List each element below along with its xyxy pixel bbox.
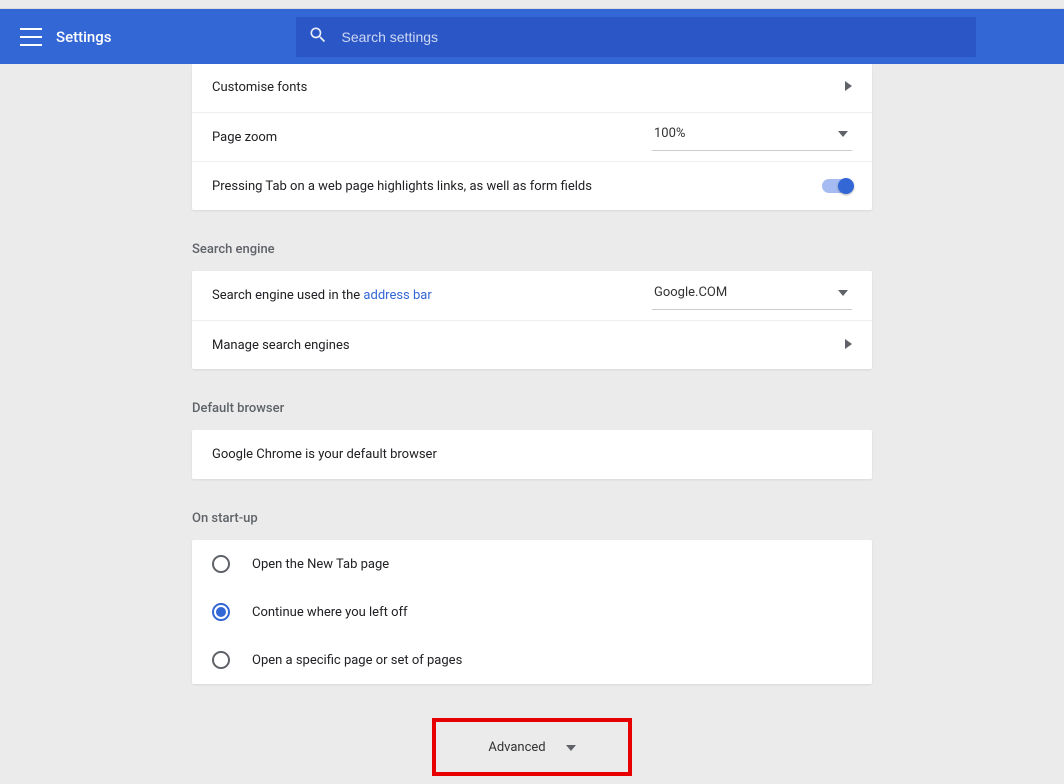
radio-icon[interactable]	[212, 603, 230, 621]
on-startup-card: Open the New Tab page Continue where you…	[192, 540, 872, 684]
section-default-browser: Default browser	[192, 401, 872, 416]
address-bar-link[interactable]: address bar	[363, 288, 431, 303]
browser-chrome-strip	[0, 0, 1064, 9]
section-on-startup: On start-up	[192, 511, 872, 526]
caret-down-icon	[566, 740, 576, 755]
search-engine-row: Search engine used in the address bar Go…	[192, 271, 872, 320]
section-search-engine: Search engine	[192, 242, 872, 257]
manage-search-engines-label: Manage search engines	[212, 338, 845, 353]
default-browser-row: Google Chrome is your default browser	[192, 430, 872, 479]
caret-down-icon	[838, 285, 848, 300]
search-engine-card: Search engine used in the address bar Go…	[192, 271, 872, 369]
startup-option-label: Continue where you left off	[252, 605, 408, 620]
search-icon	[308, 25, 328, 49]
page-zoom-label: Page zoom	[212, 130, 652, 145]
page-body: Customise fonts Page zoom 100% Pressing …	[0, 64, 1064, 784]
advanced-toggle[interactable]: Advanced	[432, 718, 632, 776]
tab-highlight-toggle[interactable]	[822, 179, 852, 193]
chevron-right-icon	[845, 80, 852, 95]
chevron-right-icon	[845, 338, 852, 353]
search-engine-dropdown[interactable]: Google.COM	[652, 282, 852, 310]
search-bar[interactable]	[296, 17, 976, 57]
page-zoom-row: Page zoom 100%	[192, 112, 872, 161]
page-zoom-value: 100%	[654, 126, 685, 141]
advanced-label: Advanced	[488, 740, 545, 755]
customise-fonts-label: Customise fonts	[212, 80, 845, 95]
search-engine-value: Google.COM	[654, 285, 727, 300]
tab-highlight-row: Pressing Tab on a web page highlights li…	[192, 161, 872, 210]
menu-icon[interactable]	[20, 28, 42, 46]
startup-option-label: Open the New Tab page	[252, 557, 389, 572]
search-engine-prefix: Search engine used in the	[212, 288, 363, 303]
page-title: Settings	[56, 28, 112, 46]
default-browser-card: Google Chrome is your default browser	[192, 430, 872, 479]
app-header: Settings	[0, 9, 1064, 64]
startup-option-new-tab[interactable]: Open the New Tab page	[192, 540, 872, 588]
tab-highlight-label: Pressing Tab on a web page highlights li…	[212, 179, 822, 194]
customise-fonts-row[interactable]: Customise fonts	[192, 64, 872, 112]
startup-option-continue[interactable]: Continue where you left off	[192, 588, 872, 636]
radio-icon[interactable]	[212, 651, 230, 669]
caret-down-icon	[838, 126, 848, 141]
page-zoom-dropdown[interactable]: 100%	[652, 123, 852, 151]
startup-option-label: Open a specific page or set of pages	[252, 653, 462, 668]
appearance-card: Customise fonts Page zoom 100% Pressing …	[192, 64, 872, 210]
search-input[interactable]	[342, 29, 964, 45]
radio-icon[interactable]	[212, 555, 230, 573]
default-browser-status: Google Chrome is your default browser	[212, 447, 852, 462]
search-engine-label: Search engine used in the address bar	[212, 288, 652, 303]
startup-option-specific[interactable]: Open a specific page or set of pages	[192, 636, 872, 684]
manage-search-engines-row[interactable]: Manage search engines	[192, 320, 872, 369]
toggle-knob	[838, 178, 854, 194]
